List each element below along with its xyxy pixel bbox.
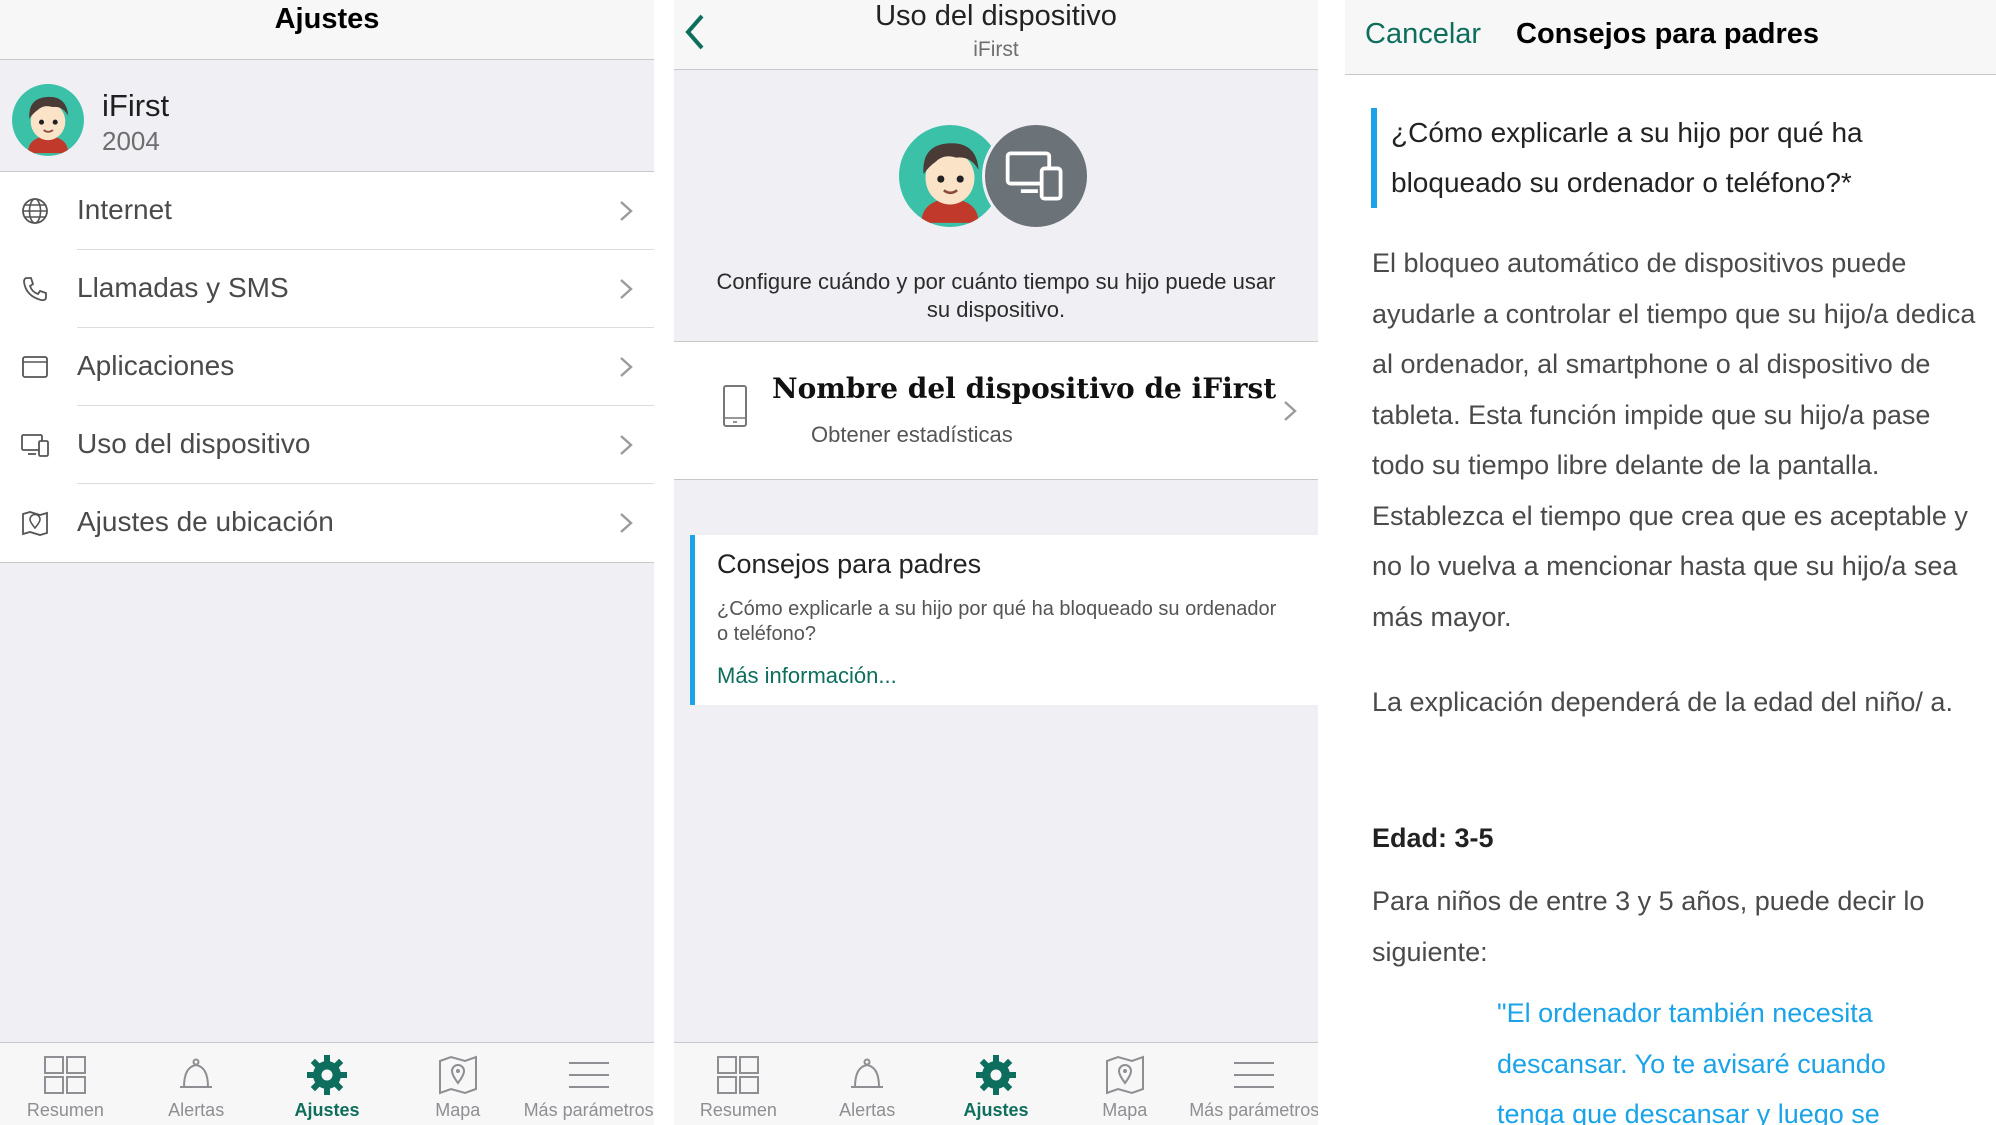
- menu-item-internet[interactable]: Internet: [0, 172, 654, 250]
- chevron-right-icon: [620, 357, 633, 377]
- child-avatar: [12, 84, 84, 156]
- bell-icon: [851, 1058, 884, 1088]
- tab-map[interactable]: Mapa: [1060, 1043, 1189, 1125]
- nav-bar: Ajustes: [0, 0, 654, 60]
- menu-item-location-settings[interactable]: Ajustes de ubicación: [0, 484, 654, 562]
- tab-label: Resumen: [699, 1100, 777, 1120]
- tab-label: Alertas: [168, 1100, 225, 1120]
- get-statistics-link[interactable]: Obtener estadísticas: [811, 422, 1013, 448]
- page-subtitle: iFirst: [973, 38, 1019, 61]
- tab-bar: Resumen Alertas Ajustes Mapa Más parámet…: [674, 1042, 1318, 1125]
- tab-settings[interactable]: Ajustes: [262, 1043, 393, 1125]
- tab-more-params[interactable]: Más parámetros: [1189, 1043, 1318, 1125]
- menu-item-label: Internet: [77, 194, 172, 225]
- tab-label: Mapa: [435, 1100, 481, 1120]
- tab-label: Ajustes: [294, 1100, 360, 1120]
- tips-title: Consejos para padres: [717, 549, 982, 579]
- menu-item-calls-sms[interactable]: Llamadas y SMS: [0, 250, 654, 328]
- menu-item-device-usage[interactable]: Uso del dispositivo: [0, 406, 654, 484]
- tip-paragraph: Para niños de entre 3 y 5 años, puede de…: [1372, 886, 1925, 967]
- device-usage-panel: Uso del dispositivo iFirst Configure cuá…: [674, 0, 1318, 1125]
- window-icon: [22, 356, 48, 378]
- page-title: Ajustes: [274, 3, 380, 35]
- tab-summary[interactable]: Resumen: [674, 1043, 803, 1125]
- tab-label: Más parámetros: [523, 1100, 654, 1120]
- gear-icon: [975, 1055, 1016, 1095]
- menu-icon: [568, 1062, 609, 1088]
- nav-bar: Uso del dispositivo iFirst: [674, 0, 1318, 70]
- devices-icon: [982, 122, 1090, 230]
- tab-alerts[interactable]: Alertas: [803, 1043, 932, 1125]
- menu-item-label: Uso del dispositivo: [77, 428, 311, 459]
- tab-more-params[interactable]: Más parámetros: [523, 1043, 654, 1125]
- tip-paragraph: El bloqueo automático de dispositivos pu…: [1372, 248, 1976, 632]
- cancel-button[interactable]: Cancelar: [1365, 18, 1481, 51]
- smartphone-icon: [723, 385, 747, 427]
- page-title: Consejos para padres: [1516, 18, 1819, 50]
- device-name: Nombre del dispositivo de iFirst: [772, 372, 1277, 405]
- tab-label: Alertas: [839, 1100, 896, 1120]
- menu-item-label: Ajustes de ubicación: [77, 506, 334, 537]
- menu-item-label: Llamadas y SMS: [77, 272, 289, 303]
- chevron-right-icon: [1284, 401, 1297, 421]
- tab-bar: Resumen Alertas Ajustes Mapa Más parámet…: [0, 1042, 654, 1125]
- map-pin-icon: [22, 511, 48, 536]
- tab-label: Mapa: [1102, 1100, 1148, 1120]
- tab-summary[interactable]: Resumen: [0, 1043, 131, 1125]
- parent-tips-panel: Cancelar Consejos para padres ¿Cómo expl…: [1345, 0, 1996, 1125]
- parent-tips-card[interactable]: Consejos para padres ¿Cómo explicarle a …: [690, 535, 1318, 705]
- map-icon: [1105, 1055, 1144, 1095]
- tip-paragraph: La explicación dependerá de la edad del …: [1372, 687, 1953, 717]
- settings-panel: Ajustes iFirst 2004 Internet Llamadas y …: [0, 0, 654, 1125]
- tips-question: ¿Cómo explicarle a su hijo por qué ha bl…: [717, 598, 1277, 645]
- summary-icon: [44, 1056, 87, 1094]
- devices-icon: [21, 434, 49, 457]
- gear-icon: [306, 1055, 347, 1095]
- chevron-right-icon: [620, 513, 633, 533]
- menu-item-label: Aplicaciones: [77, 350, 235, 381]
- nav-bar: Cancelar Consejos para padres: [1345, 0, 1996, 75]
- map-icon: [438, 1055, 477, 1095]
- tab-label: Resumen: [26, 1100, 104, 1120]
- chevron-right-icon: [620, 435, 633, 455]
- device-row[interactable]: Nombre del dispositivo de iFirst Obtener…: [674, 342, 1318, 480]
- menu-item-apps[interactable]: Aplicaciones: [0, 328, 654, 406]
- example-quote: "El ordenador también necesita descansar…: [1497, 998, 1886, 1125]
- device-usage-description: Configure cuándo y por cuánto tiempo su …: [716, 269, 1276, 322]
- device-hero: Configure cuándo y por cuánto tiempo su …: [674, 70, 1318, 342]
- more-info-link[interactable]: Más información...: [717, 663, 897, 689]
- tab-label: Más parámetros: [1189, 1100, 1318, 1120]
- tab-settings[interactable]: Ajustes: [932, 1043, 1061, 1125]
- tip-question-quote: ¿Cómo explicarle a su hijo por qué ha bl…: [1371, 108, 1961, 208]
- settings-menu: Internet Llamadas y SMS Aplicaciones Uso…: [0, 172, 654, 563]
- page-title: Uso del dispositivo: [875, 0, 1117, 32]
- phone-icon: [23, 277, 47, 302]
- chevron-right-icon: [620, 201, 633, 221]
- child-name: iFirst: [102, 88, 170, 123]
- age-heading: Edad: 3-5: [1372, 823, 1494, 853]
- tab-map[interactable]: Mapa: [392, 1043, 523, 1125]
- menu-icon: [1233, 1062, 1274, 1088]
- profile-card[interactable]: iFirst 2004: [0, 60, 654, 172]
- tab-alerts[interactable]: Alertas: [131, 1043, 262, 1125]
- globe-icon: [22, 198, 48, 224]
- summary-icon: [717, 1056, 760, 1094]
- tab-label: Ajustes: [963, 1100, 1029, 1120]
- bell-icon: [180, 1058, 213, 1088]
- chevron-right-icon: [620, 279, 633, 299]
- child-birth-year: 2004: [102, 126, 160, 156]
